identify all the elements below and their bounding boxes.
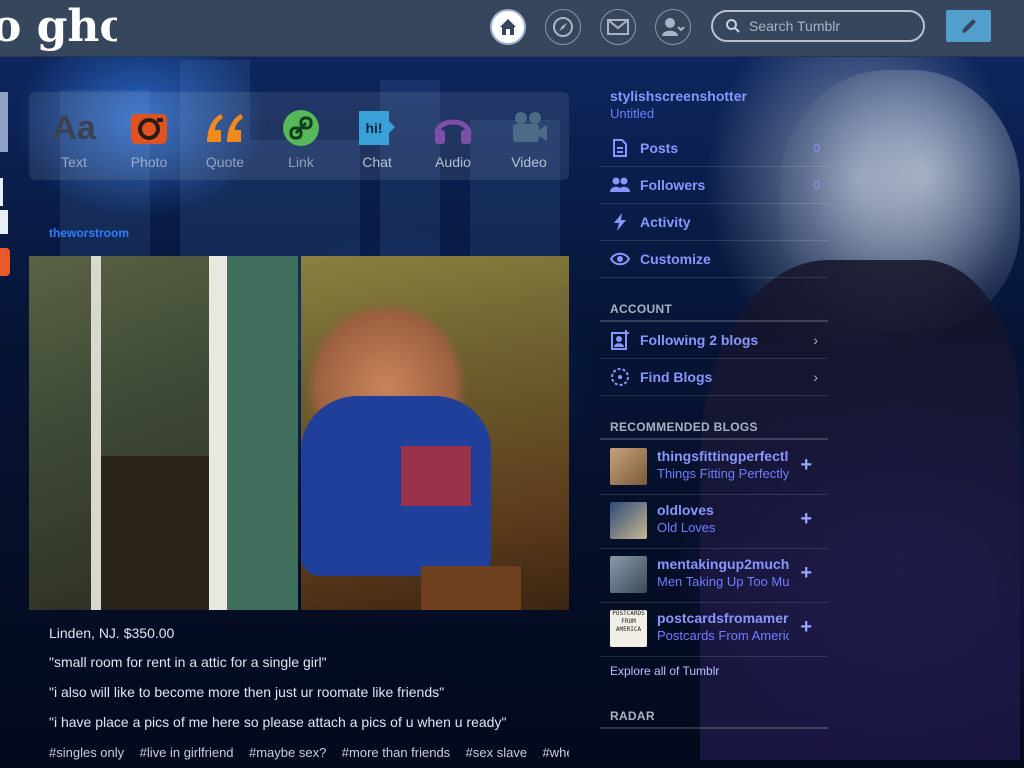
blog-avatar	[610, 556, 647, 593]
explore-button[interactable]	[545, 9, 581, 45]
sidebar-item-customize[interactable]: Customize	[600, 241, 828, 278]
follow-plus-icon[interactable]: +	[800, 454, 812, 477]
video-camera-icon	[501, 108, 557, 148]
top-navigation-bar: o ghou	[0, 0, 1024, 57]
chevron-right-icon: ›	[813, 369, 818, 385]
radar-heading: RADAR	[610, 709, 655, 723]
post-type-audio[interactable]: Audio	[425, 108, 481, 170]
account-heading: ACCOUNT	[610, 302, 673, 316]
blog-avatar	[610, 448, 647, 485]
recommended-blogs-heading: RECOMMENDED BLOGS	[610, 420, 758, 434]
account-icon	[662, 18, 685, 36]
post-type-photo[interactable]: Photo	[121, 108, 177, 170]
blog-avatar	[610, 502, 647, 539]
post-text-line-3: "i also will like to become more then ju…	[49, 684, 445, 700]
inbox-button[interactable]	[600, 9, 636, 45]
envelope-icon	[607, 19, 629, 35]
search-input[interactable]	[747, 17, 921, 35]
svg-text:hi!: hi!	[365, 120, 382, 136]
explore-all-link[interactable]: Explore all of Tumblr	[610, 664, 719, 678]
pencil-icon	[961, 19, 976, 33]
compose-post-button[interactable]	[946, 10, 991, 42]
sidebar-blog-title: Untitled	[610, 106, 655, 121]
headphones-icon	[425, 108, 481, 148]
post-author-link[interactable]: theworstroom	[49, 226, 129, 240]
post-photo-1[interactable]	[29, 256, 298, 610]
lightning-icon	[610, 213, 630, 231]
sidebar-item-activity[interactable]: Activity	[600, 204, 828, 241]
sidebar-blog-name[interactable]: stylishscreenshotter	[610, 88, 747, 104]
compass-icon	[553, 17, 573, 37]
recommended-blog-item[interactable]: thingsfittingperfectly Things Fitting Pe…	[600, 440, 828, 495]
tag-link[interactable]: #singles only	[49, 745, 124, 760]
post-photo-2[interactable]	[301, 256, 569, 610]
search-icon	[726, 19, 740, 33]
chevron-right-icon: ›	[813, 332, 818, 348]
sidebar-item-followers[interactable]: Followers 0	[600, 167, 828, 204]
follow-plus-icon[interactable]: +	[800, 562, 812, 585]
tag-link[interactable]: #sex slave	[466, 745, 527, 760]
account-button[interactable]	[655, 9, 691, 45]
followers-icon	[610, 177, 630, 193]
post-text-line-2: "small room for rent in a attic for a si…	[49, 654, 327, 670]
post-tags: #singles only #live in girlfriend #maybe…	[49, 744, 569, 762]
left-panel-edge	[0, 92, 8, 152]
divider	[600, 727, 828, 729]
post-type-chat[interactable]: hi! Chat	[349, 108, 405, 170]
post-type-video[interactable]: Video	[501, 108, 557, 170]
post-text-line-1: Linden, NJ. $350.00	[49, 625, 175, 641]
recommended-blog-item[interactable]: mentakingup2much Men Taking Up Too Much …	[600, 548, 828, 603]
followers-count: 0	[813, 178, 820, 192]
home-icon	[500, 19, 516, 35]
follow-plus-icon[interactable]: +	[800, 508, 812, 531]
quote-icon	[197, 108, 253, 148]
recommended-blog-item[interactable]: oldloves Old Loves +	[600, 494, 828, 549]
follow-plus-icon[interactable]: +	[800, 616, 812, 639]
search-box[interactable]	[711, 10, 925, 42]
post-text-line-4: "i have place a pics of me here so pleas…	[49, 714, 507, 730]
tag-link[interactable]: #more than friends	[342, 745, 450, 760]
chat-icon: hi!	[349, 108, 405, 148]
text-icon: Aa	[52, 108, 96, 147]
left-panel-edge-2	[0, 178, 3, 206]
post-type-quote[interactable]: Quote	[197, 108, 253, 170]
tag-link[interactable]: #maybe sex?	[249, 745, 326, 760]
following-icon	[610, 330, 630, 350]
eye-icon	[610, 252, 630, 266]
left-avatar-edge	[0, 248, 10, 276]
sidebar-item-following[interactable]: Following 2 blogs ›	[600, 322, 828, 359]
link-icon	[273, 108, 329, 148]
camera-icon	[121, 108, 177, 148]
sidebar-item-posts[interactable]: Posts 0	[600, 130, 828, 167]
post-type-bar: Aa Text Photo Quote Link hi! Chat Audio …	[29, 92, 569, 180]
blog-logo[interactable]: o ghou	[0, 4, 117, 52]
find-blogs-icon	[610, 367, 630, 387]
posts-icon	[610, 139, 630, 157]
recommended-blog-item[interactable]: POSTCARDS FROM AMERICA postcardsfromamer…	[600, 602, 828, 657]
post-type-link[interactable]: Link	[273, 108, 329, 170]
posts-count: 0	[813, 141, 820, 155]
sidebar-item-find-blogs[interactable]: Find Blogs ›	[600, 359, 828, 396]
home-button[interactable]	[490, 9, 526, 45]
tag-link[interactable]: #live in girlfriend	[140, 745, 234, 760]
post-type-text[interactable]: Aa Text	[46, 108, 102, 171]
tag-link[interactable]: #whe	[543, 745, 569, 760]
blog-avatar: POSTCARDS FROM AMERICA	[610, 610, 647, 647]
left-panel-edge-3	[0, 210, 8, 234]
